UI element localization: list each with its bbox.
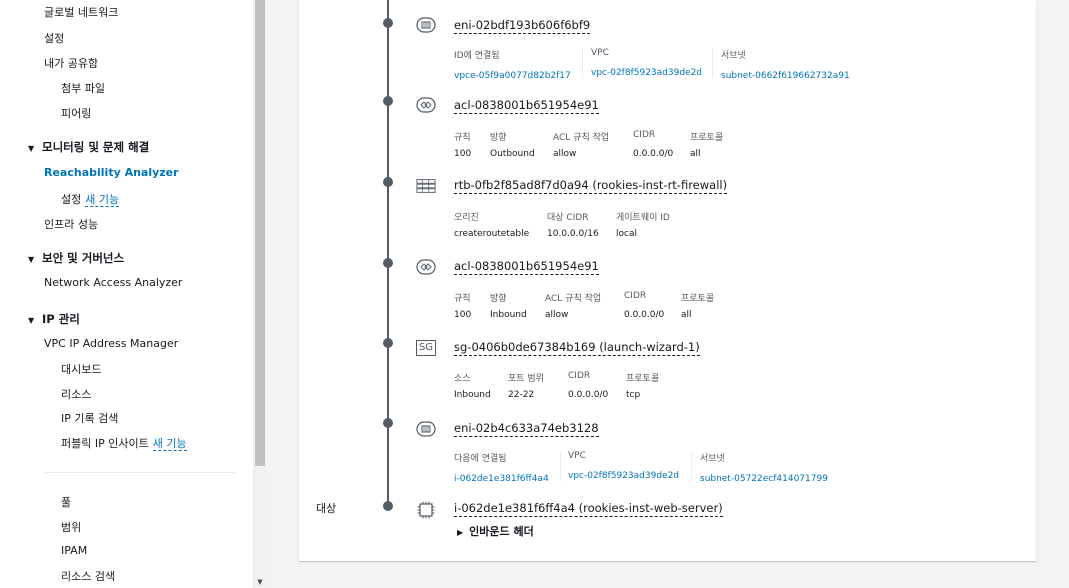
sidebar-item-scopes[interactable]: 범위 [61, 519, 81, 535]
sidebar-item-network-access-analyzer[interactable]: Network Access Analyzer [44, 276, 182, 289]
sidebar-item-ipam[interactable]: IPAM [61, 544, 87, 557]
subnet-link[interactable]: subnet-05722ecf414071799 [700, 474, 828, 484]
sidebar-item-dashboard[interactable]: 대시보드 [61, 361, 101, 377]
sidebar-item-peering[interactable]: 피어링 [61, 105, 91, 121]
sidebar-item-shared-with-me[interactable]: 내가 공유함 [44, 55, 98, 71]
hop-link-eni-target[interactable]: eni-02b4c633a74eb3128 [454, 421, 599, 437]
timeline-node [383, 338, 393, 348]
scroll-down-icon[interactable]: ▼ [254, 578, 266, 586]
sidebar-section-ip[interactable]: ▼ IP 관리 [28, 311, 80, 327]
sidebar-item-attachments[interactable]: 첨부 파일 [61, 80, 105, 96]
inbound-header-expander[interactable]: ▶ 인바운드 헤더 [457, 523, 534, 539]
hop-link-instance[interactable]: i-062de1e381f6ff4a4 (rookies-inst-web-se… [454, 501, 723, 517]
sidebar-item-resource-search[interactable]: 리소스 검색 [61, 568, 115, 584]
hop-link-route-table[interactable]: rtb-0fb2f85ad8f7d0a94 (rookies-inst-rt-f… [454, 178, 728, 194]
path-timeline [387, 0, 389, 510]
new-feature-badge: 새 기능 [152, 437, 187, 451]
target-label: 대상 [316, 502, 337, 515]
nacl-icon [416, 96, 436, 114]
hop-link-security-group[interactable]: sg-0406b0de67384b169 (launch-wizard-1) [454, 340, 700, 356]
sidebar-item-infra-performance[interactable]: 인프라 성능 [44, 216, 98, 232]
sidebar-section-monitoring[interactable]: ▼ 모니터링 및 문제 해결 [28, 139, 149, 155]
timeline-node [383, 18, 393, 28]
caret-down-icon: ▼ [28, 316, 35, 325]
hop-details-route-table: 오리진 대상 CIDR 게이트웨이 ID createroutetable 10… [454, 213, 670, 239]
security-group-icon: SG [415, 339, 437, 357]
hop-details-security-group: 소스 포트 범위 CIDR 프로토콜 Inbound 22-22 0.0.0.0… [454, 371, 660, 400]
attached-instance-link[interactable]: i-062de1e381f6ff4a4 [454, 474, 549, 484]
hop-link-nacl-inbound[interactable]: acl-0838001b651954e91 [454, 259, 599, 275]
sidebar-divider [44, 472, 236, 473]
sidebar-item-global-network[interactable]: 글로벌 네트워크 [44, 4, 118, 20]
sidebar-item-reachability-analyzer[interactable]: Reachability Analyzer [44, 166, 179, 179]
attached-link[interactable]: vpce-05f9a0077d82b2f17 [454, 71, 571, 81]
sidebar-nav: 글로벌 네트워크 설정 내가 공유함 첨부 파일 피어링 ▼ 모니터링 및 문제 … [0, 0, 254, 588]
instance-icon [416, 501, 436, 519]
sidebar-item-resources[interactable]: 리소스 [61, 386, 91, 402]
subnet-link[interactable]: subnet-0662f619662732a91 [721, 71, 850, 81]
nacl-icon [416, 258, 436, 276]
scrollbar-thumb[interactable] [255, 0, 265, 466]
sidebar-item-pools[interactable]: 풀 [61, 494, 71, 510]
sidebar-scrollbar[interactable]: ▼ [254, 0, 266, 588]
timeline-node [383, 177, 393, 187]
vpc-link[interactable]: vpc-02f8f5923ad39de2d [568, 471, 679, 481]
timeline-node [383, 96, 393, 106]
caret-down-icon: ▼ [28, 144, 35, 153]
sidebar-item-ra-settings[interactable]: 설정 새 기능 [61, 191, 120, 207]
timeline-node [383, 258, 393, 268]
caret-down-icon: ▼ [28, 255, 35, 264]
hop-link-eni[interactable]: eni-02bdf193b606f6bf9 [454, 18, 591, 34]
new-feature-badge: 새 기능 [85, 193, 120, 207]
caret-right-icon: ▶ [457, 528, 464, 537]
hop-details-nacl-outbound: 규칙 방향 ACL 규칙 작업 CIDR 프로토콜 100 Outbound a… [454, 130, 724, 159]
sidebar-item-vpc-ipam[interactable]: VPC IP Address Manager [44, 337, 178, 350]
timeline-node [383, 418, 393, 428]
sidebar-section-security[interactable]: ▼ 보안 및 거버넌스 [28, 250, 124, 266]
sidebar-item-public-ip-insights[interactable]: 퍼블릭 IP 인사이트 새 기능 [61, 435, 187, 451]
sidebar-item-ip-history[interactable]: IP 기록 검색 [61, 410, 118, 426]
vpc-link[interactable]: vpc-02f8f5923ad39de2d [591, 68, 702, 78]
route-table-icon [416, 177, 436, 195]
eni-icon [416, 16, 436, 34]
sidebar-item-settings[interactable]: 설정 [44, 30, 64, 46]
timeline-node [383, 501, 393, 511]
eni-icon [416, 420, 436, 438]
hop-details-nacl-inbound: 규칙 방향 ACL 규칙 작업 CIDR 프로토콜 100 Inbound al… [454, 291, 715, 320]
hop-link-nacl-outbound[interactable]: acl-0838001b651954e91 [454, 98, 599, 114]
